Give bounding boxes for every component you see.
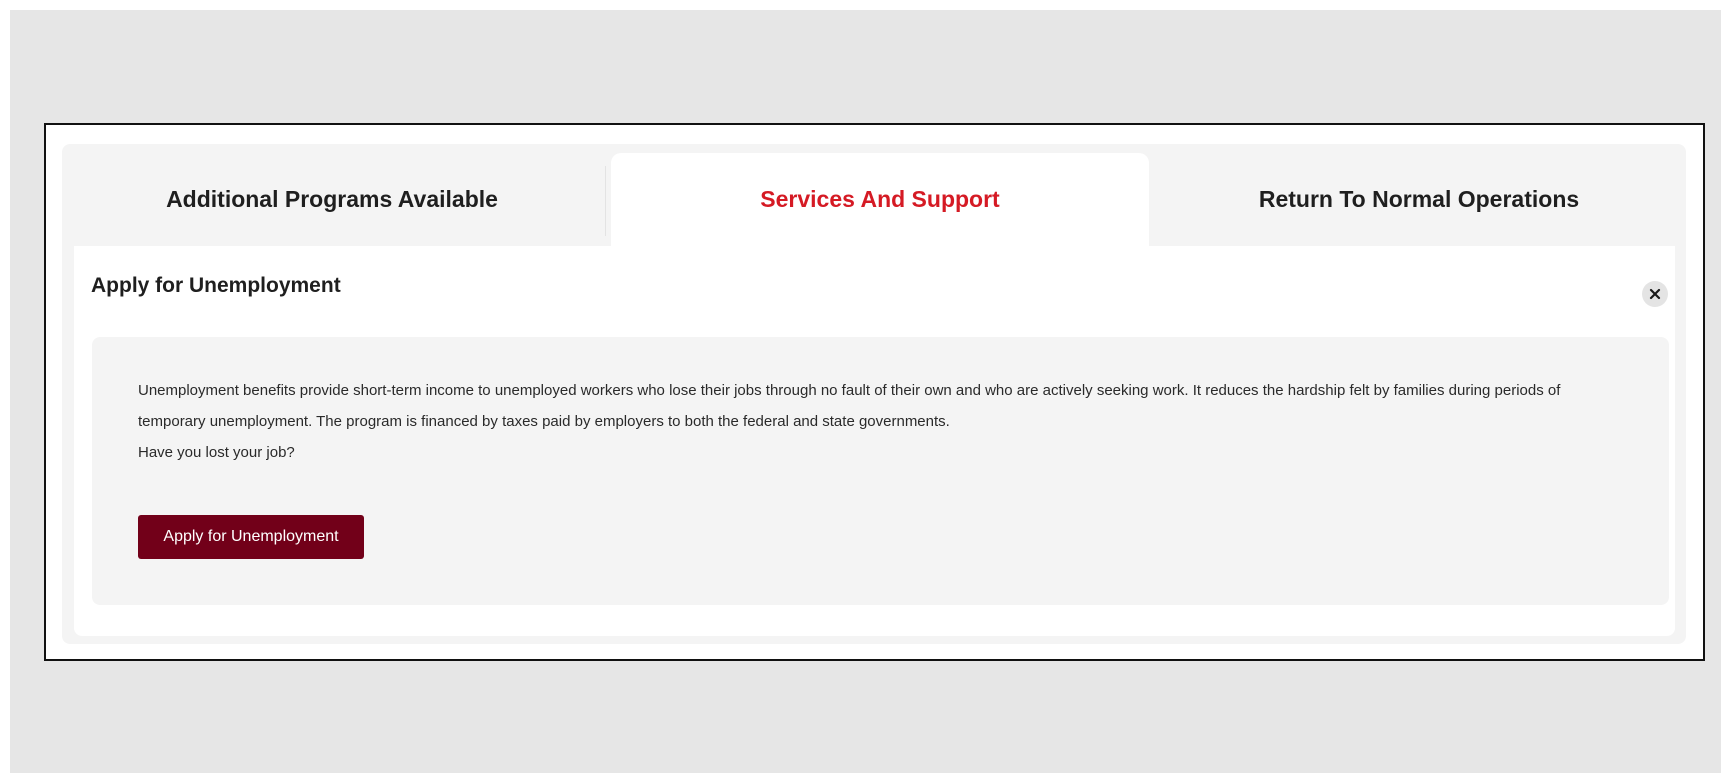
close-icon xyxy=(1649,288,1661,300)
tab-return-to-normal-operations[interactable]: Return To Normal Operations xyxy=(1152,153,1686,246)
tab-services-and-support[interactable]: Services And Support xyxy=(611,153,1149,246)
tab-additional-programs[interactable]: Additional Programs Available xyxy=(62,153,602,246)
section-title: Apply for Unemployment xyxy=(91,274,341,297)
question-text: Have you lost your job? xyxy=(138,444,295,461)
apply-for-unemployment-button[interactable]: Apply for Unemployment xyxy=(138,515,364,559)
tab-panel: Additional Programs Available Services A… xyxy=(62,144,1686,644)
tabbed-widget-frame: Additional Programs Available Services A… xyxy=(44,123,1705,661)
tab-divider xyxy=(605,166,606,236)
info-card: Unemployment benefits provide short-term… xyxy=(92,337,1669,605)
tab-content: Apply for Unemployment Unemployment bene… xyxy=(74,246,1675,636)
close-button[interactable] xyxy=(1642,281,1668,307)
description-text: Unemployment benefits provide short-term… xyxy=(138,382,1561,430)
